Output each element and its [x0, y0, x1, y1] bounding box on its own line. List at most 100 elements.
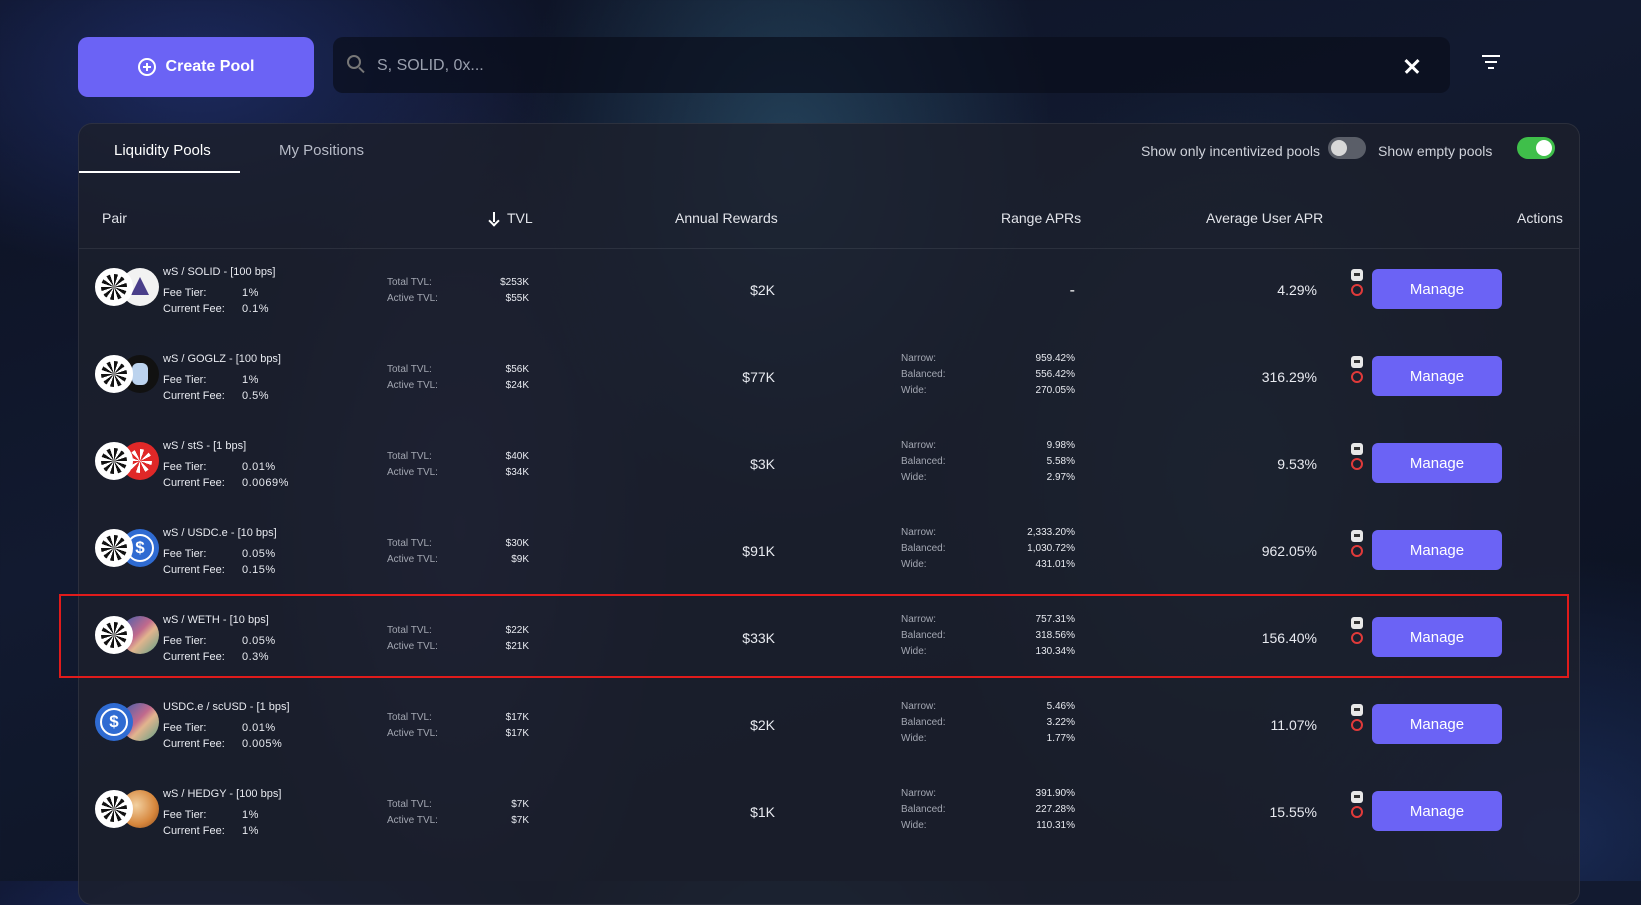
current-fee-value: 0.5% [242, 390, 270, 402]
ws-token-icon [95, 790, 133, 828]
column-range-aprs[interactable]: Range APRs [1001, 210, 1081, 226]
table-header: Pair TVL Annual Rewards Range APRs Avera… [79, 188, 1579, 249]
reward-tokens [1350, 356, 1364, 386]
column-annual-rewards[interactable]: Annual Rewards [675, 210, 778, 226]
reward-token-icon [1351, 632, 1363, 644]
annual-rewards: $2K [750, 717, 775, 733]
fee-tier-label: Fee Tier: [163, 374, 207, 386]
manage-button[interactable]: Manage [1372, 617, 1502, 657]
balanced-apr: 3.22% [1046, 717, 1075, 728]
total-tvl-value: $17K [505, 712, 529, 723]
table-row[interactable]: wS / SOLID - [100 bps] Fee Tier: 1% Current… [79, 248, 1579, 335]
close-icon[interactable] [1403, 57, 1421, 75]
total-tvl-value: $253K [500, 277, 529, 288]
fee-tier-value: 0.05% [242, 548, 276, 560]
active-tvl-label: Active TVL: [387, 815, 438, 826]
wide-apr: 2.97% [1046, 472, 1075, 483]
current-fee-value: 0.15% [242, 564, 276, 576]
active-tvl-label: Active TVL: [387, 293, 438, 304]
create-pool-button[interactable]: Create Pool [78, 37, 314, 97]
table-row[interactable]: wS / HEDGY - [100 bps] Fee Tier: 1% Current… [79, 770, 1579, 857]
current-fee-value: 1% [242, 825, 259, 837]
pair-name[interactable]: wS / USDC.e - [10 bps] [163, 527, 277, 539]
active-tvl-label: Active TVL: [387, 554, 438, 565]
manage-button[interactable]: Manage [1372, 356, 1502, 396]
column-avg-user-apr[interactable]: Average User APR [1206, 210, 1323, 226]
manage-button[interactable]: Manage [1372, 704, 1502, 744]
balanced-apr: 318.56% [1035, 630, 1075, 641]
incentivized-toggle[interactable] [1328, 137, 1366, 159]
average-user-apr: 4.29% [1277, 282, 1317, 298]
wide-label: Wide: [901, 820, 927, 831]
column-tvl[interactable]: TVL [489, 210, 533, 226]
pair-name[interactable]: USDC.e / scUSD - [1 bps] [163, 701, 290, 713]
narrow-label: Narrow: [901, 527, 937, 538]
fee-tier-value: 1% [242, 374, 259, 386]
active-tvl-value: $7K [511, 815, 529, 826]
reward-token-icon [1351, 545, 1363, 557]
pair-name[interactable]: wS / stS - [1 bps] [163, 440, 246, 452]
total-tvl-label: Total TVL: [387, 538, 432, 549]
balanced-apr: 556.42% [1035, 369, 1075, 380]
active-tvl-value: $55K [505, 293, 529, 304]
fee-tier-label: Fee Tier: [163, 635, 207, 647]
wide-apr: 1.77% [1046, 733, 1075, 744]
narrow-label: Narrow: [901, 440, 937, 451]
filter-icon[interactable] [1481, 55, 1501, 69]
balanced-apr: 227.28% [1035, 804, 1075, 815]
reward-token-icon [1351, 806, 1363, 818]
current-fee-label: Current Fee: [163, 825, 225, 837]
tab-liquidity-pools[interactable]: Liquidity Pools [114, 142, 211, 159]
pair-name[interactable]: wS / HEDGY - [100 bps] [163, 788, 281, 800]
manage-button[interactable]: Manage [1372, 269, 1502, 309]
current-fee-label: Current Fee: [163, 477, 225, 489]
reward-token-icon [1351, 617, 1363, 629]
column-pair[interactable]: Pair [102, 210, 127, 226]
pair-name[interactable]: wS / SOLID - [100 bps] [163, 266, 276, 278]
fee-tier-label: Fee Tier: [163, 809, 207, 821]
narrow-label: Narrow: [901, 701, 937, 712]
wide-label: Wide: [901, 646, 927, 657]
current-fee-label: Current Fee: [163, 738, 225, 750]
search-bar [333, 37, 1450, 93]
wide-label: Wide: [901, 559, 927, 570]
toggle-knob [1331, 140, 1347, 156]
total-tvl-label: Total TVL: [387, 451, 432, 462]
reward-tokens [1350, 269, 1364, 299]
narrow-apr: 9.98% [1046, 440, 1075, 451]
table-row[interactable]: USDC.e / scUSD - [1 bps] Fee Tier: 0.01% Cu… [79, 683, 1579, 770]
total-tvl-value: $40K [505, 451, 529, 462]
balanced-label: Balanced: [901, 804, 946, 815]
table-row[interactable]: wS / stS - [1 bps] Fee Tier: 0.01% Current … [79, 422, 1579, 509]
total-tvl-label: Total TVL: [387, 277, 432, 288]
wide-apr: 130.34% [1035, 646, 1075, 657]
reward-token-icon [1351, 530, 1363, 542]
table-row[interactable]: wS / USDC.e - [10 bps] Fee Tier: 0.05% Curr… [79, 509, 1579, 596]
wide-label: Wide: [901, 472, 927, 483]
table-row[interactable]: wS / WETH - [10 bps] Fee Tier: 0.05% Curren… [59, 594, 1579, 683]
balanced-label: Balanced: [901, 543, 946, 554]
ws-token-icon [95, 442, 133, 480]
total-tvl-label: Total TVL: [387, 364, 432, 375]
reward-token-icon [1351, 704, 1363, 716]
reward-token-icon [1351, 791, 1363, 803]
table-row[interactable]: wS / GOGLZ - [100 bps] Fee Tier: 1% Current… [79, 335, 1579, 422]
search-input[interactable] [375, 51, 1339, 81]
empty-pools-toggle[interactable] [1517, 137, 1555, 159]
manage-button[interactable]: Manage [1372, 791, 1502, 831]
average-user-apr: 9.53% [1277, 456, 1317, 472]
manage-button[interactable]: Manage [1372, 443, 1502, 483]
active-tvl-value: $21K [505, 641, 529, 652]
average-user-apr: 316.29% [1261, 369, 1317, 385]
pair-name[interactable]: wS / WETH - [10 bps] [163, 614, 269, 626]
current-fee-value: 0.005% [242, 738, 283, 750]
fee-tier-label: Fee Tier: [163, 287, 207, 299]
manage-button[interactable]: Manage [1372, 530, 1502, 570]
annual-rewards: $3K [750, 456, 775, 472]
tab-my-positions[interactable]: My Positions [279, 142, 364, 159]
fee-tier-value: 1% [242, 809, 259, 821]
narrow-label: Narrow: [901, 353, 937, 364]
total-tvl-label: Total TVL: [387, 625, 432, 636]
reward-tokens [1350, 617, 1364, 647]
pair-name[interactable]: wS / GOGLZ - [100 bps] [163, 353, 281, 365]
